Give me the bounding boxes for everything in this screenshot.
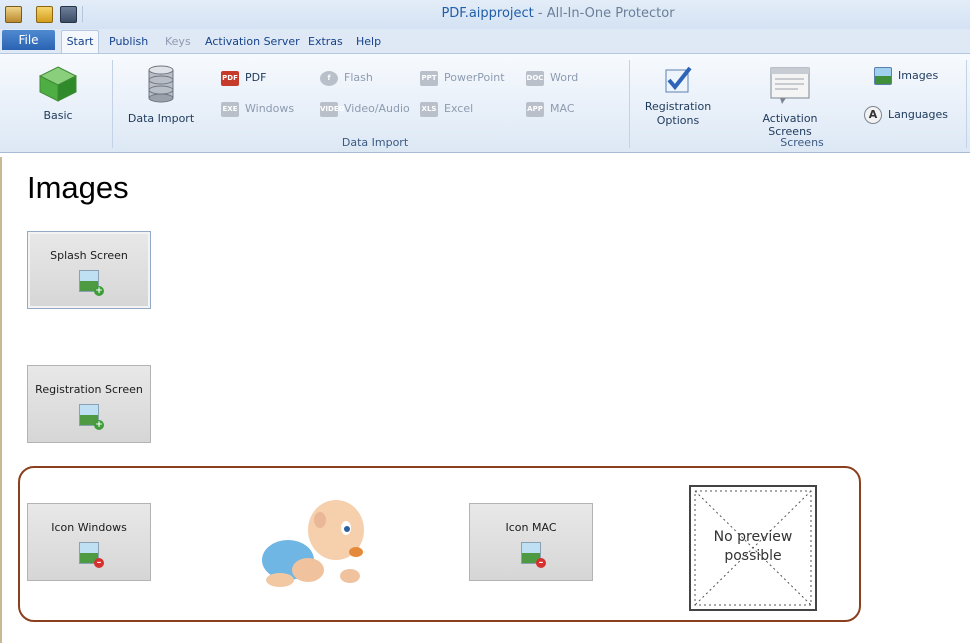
database-icon: [148, 65, 174, 103]
xls-icon: XLS: [420, 101, 438, 117]
powerpoint-button[interactable]: PPT PowerPoint: [420, 69, 505, 87]
tab-publish[interactable]: Publish: [109, 33, 148, 51]
icon-windows-button[interactable]: Icon Windows –: [27, 503, 151, 581]
splash-screen-label: Splash Screen: [50, 249, 128, 262]
registration-screen-label: Registration Screen: [35, 383, 143, 396]
doc-icon: DOC: [526, 70, 544, 86]
no-preview-text: No preview possible: [691, 528, 815, 566]
ppt-icon: PPT: [420, 70, 438, 86]
tab-start[interactable]: Start: [61, 30, 99, 54]
window-title: PDF.aipproject - All-In-One Protector: [0, 6, 970, 21]
images-ribbon-button[interactable]: Images: [874, 67, 938, 85]
languages-icon: A: [864, 106, 882, 124]
no-preview-line1: No preview: [713, 529, 793, 545]
mac-label: MAC: [550, 102, 575, 115]
excel-label: Excel: [444, 102, 474, 115]
basic-button[interactable]: Basic: [26, 63, 90, 127]
icon-windows-label: Icon Windows: [51, 521, 127, 534]
registration-options-button[interactable]: Registration Options: [640, 64, 716, 130]
excel-button[interactable]: XLS Excel: [420, 100, 473, 118]
powerpoint-label: PowerPoint: [444, 71, 505, 84]
tab-keys[interactable]: Keys: [165, 33, 191, 51]
plus-badge-icon: +: [94, 420, 104, 430]
windows-label: Windows: [245, 102, 295, 115]
plus-badge-icon: +: [94, 286, 104, 296]
word-label: Word: [550, 71, 579, 84]
video-audio-button[interactable]: VIDEOVideo/Audio: [320, 100, 410, 118]
word-button[interactable]: DOC Word: [526, 69, 578, 87]
data-import-group-label: Data Import: [341, 136, 409, 149]
page-title: Images: [27, 170, 129, 205]
image-icon: [874, 67, 892, 85]
tab-extras[interactable]: Extras: [308, 33, 343, 51]
checkbox-check-icon: [665, 66, 692, 93]
pdf-icon: PDF: [221, 70, 239, 86]
no-preview-line2: possible: [724, 548, 782, 564]
video-audio-label: Video/Audio: [344, 102, 410, 115]
remove-image-icon: –: [79, 542, 104, 568]
activation-screens-label: Activation Screens: [762, 112, 818, 138]
pdf-button[interactable]: PDF PDF: [221, 69, 266, 87]
mac-button[interactable]: APP MAC: [526, 100, 575, 118]
activation-screens-button[interactable]: Activation Screens: [740, 64, 840, 138]
file-menu-button[interactable]: File: [2, 30, 55, 50]
splash-screen-button[interactable]: Splash Screen +: [27, 231, 151, 309]
tab-help[interactable]: Help: [356, 33, 381, 51]
minus-badge-icon: –: [94, 558, 104, 568]
app-name: - All-In-One Protector: [533, 6, 675, 21]
content-left-border: [0, 157, 2, 643]
registration-screen-button[interactable]: Registration Screen +: [27, 365, 151, 443]
project-file-name: PDF.aipproject: [441, 6, 534, 21]
windows-button[interactable]: EXE Windows: [221, 100, 294, 118]
data-import-label: Data Import: [127, 112, 195, 125]
ribbon-separator: [112, 60, 113, 148]
registration-options-line1: Registration: [644, 100, 712, 113]
add-image-icon: +: [79, 404, 104, 430]
ribbon-separator: [629, 60, 630, 148]
languages-button[interactable]: A Languages: [864, 106, 948, 124]
ribbon-separator: [966, 60, 967, 148]
icon-mac-button[interactable]: Icon MAC –: [469, 503, 593, 581]
data-import-button[interactable]: Data Import: [126, 64, 196, 128]
remove-image-icon: –: [521, 542, 546, 568]
flash-button[interactable]: f Flash: [320, 69, 373, 87]
video-icon: VIDEO: [320, 101, 345, 117]
add-image-icon: +: [79, 270, 104, 296]
minus-badge-icon: –: [536, 558, 546, 568]
activation-window-icon: [770, 67, 810, 104]
registration-options-label: Registration Options: [640, 100, 716, 128]
icon-mac-label: Icon MAC: [505, 521, 557, 534]
basic-label: Basic: [43, 109, 73, 122]
screens-group-label: Screens: [780, 136, 824, 149]
flash-label: Flash: [344, 71, 373, 84]
tab-activation-server[interactable]: Activation Server: [205, 33, 300, 51]
pdf-label: PDF: [245, 71, 267, 84]
images-ribbon-label: Images: [898, 69, 939, 82]
app-icon: APP: [526, 101, 544, 117]
registration-options-line2: Options: [656, 114, 700, 127]
no-preview-placeholder: No preview possible: [689, 485, 817, 611]
baby-icon-preview: [262, 500, 364, 587]
exe-icon: EXE: [221, 101, 239, 117]
flash-icon: f: [320, 70, 338, 86]
languages-label: Languages: [888, 108, 949, 121]
basic-cube-icon: [38, 66, 78, 102]
